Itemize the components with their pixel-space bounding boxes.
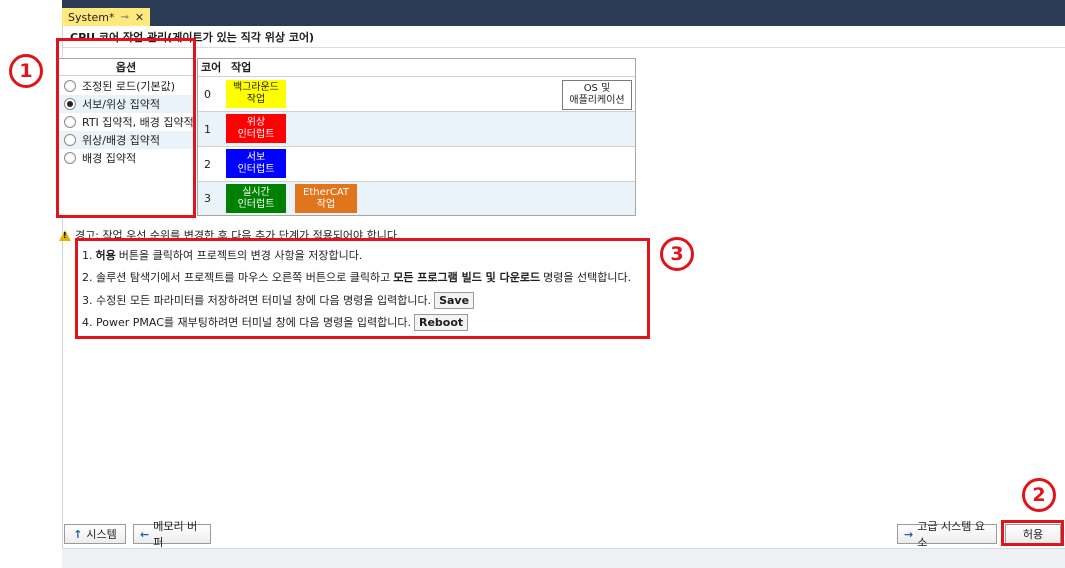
os-label-line2: 애플리케이션 bbox=[569, 95, 625, 106]
column-header-core: 코어 bbox=[201, 61, 222, 74]
document-tab-strip bbox=[62, 0, 1065, 26]
core-number: 1 bbox=[204, 122, 211, 136]
task-label-line1: 서보 bbox=[246, 151, 266, 163]
button-label: 고급 시스템 요소 bbox=[917, 520, 985, 549]
highlight-box-options bbox=[56, 38, 196, 218]
task-label-line2: 인터럽트 bbox=[237, 128, 275, 140]
task-label-line1: EtherCAT bbox=[303, 186, 349, 198]
task-label-line1: 실시간 bbox=[242, 186, 270, 198]
highlight-box-steps bbox=[75, 238, 650, 339]
arrow-up-icon: ↑ bbox=[73, 527, 83, 541]
column-header-task: 작업 bbox=[231, 61, 252, 74]
task-realtime-interrupt: 실시간 인터럽트 bbox=[226, 184, 286, 213]
button-label: 시스템 bbox=[86, 528, 117, 541]
core-number: 3 bbox=[204, 191, 211, 205]
task-servo-interrupt: 서보 인터럽트 bbox=[226, 149, 286, 178]
highlight-box-allow bbox=[1001, 520, 1064, 546]
warning-icon bbox=[59, 229, 71, 241]
callout-2: 2 bbox=[1022, 478, 1056, 512]
page-title: CPU 코어 작업 관리(게이트가 있는 직각 위상 코어) bbox=[62, 26, 1065, 48]
callout-1: 1 bbox=[9, 54, 43, 88]
task-phase-interrupt: 위상 인터럽트 bbox=[226, 114, 286, 143]
task-label-line1: 백그라운드 bbox=[233, 82, 279, 93]
os-applications-box: OS 및 애플리케이션 bbox=[562, 80, 632, 110]
task-ethercat: EtherCAT 작업 bbox=[295, 184, 357, 213]
button-label: 메모리 버퍼 bbox=[153, 520, 198, 549]
core-number: 2 bbox=[204, 157, 211, 171]
task-label-line2: 작업 bbox=[316, 198, 336, 210]
memory-buffer-button[interactable]: ← 메모리 버퍼 bbox=[133, 520, 211, 549]
callout-3: 3 bbox=[660, 237, 694, 271]
tab-title: System* bbox=[68, 10, 115, 24]
arrow-left-icon: ← bbox=[140, 527, 150, 541]
pin-icon[interactable]: ⊸ bbox=[121, 12, 129, 23]
arrow-right-icon: → bbox=[904, 527, 914, 541]
advanced-system-elements-button[interactable]: → 고급 시스템 요소 bbox=[897, 520, 997, 549]
close-icon[interactable]: ✕ bbox=[135, 11, 144, 24]
tab-system[interactable]: System* ⊸ ✕ bbox=[62, 8, 151, 26]
task-background: 백그라운드 작업 bbox=[226, 80, 286, 108]
os-label-line1: OS 및 bbox=[583, 83, 611, 94]
status-bar bbox=[62, 548, 1065, 568]
system-button[interactable]: ↑ 시스템 bbox=[64, 524, 126, 544]
core-number: 0 bbox=[204, 87, 211, 101]
task-label-line2: 작업 bbox=[246, 94, 266, 105]
task-label-line2: 인터럽트 bbox=[237, 163, 275, 175]
task-label-line2: 인터럽트 bbox=[237, 198, 275, 210]
task-label-line1: 위상 bbox=[246, 116, 266, 128]
